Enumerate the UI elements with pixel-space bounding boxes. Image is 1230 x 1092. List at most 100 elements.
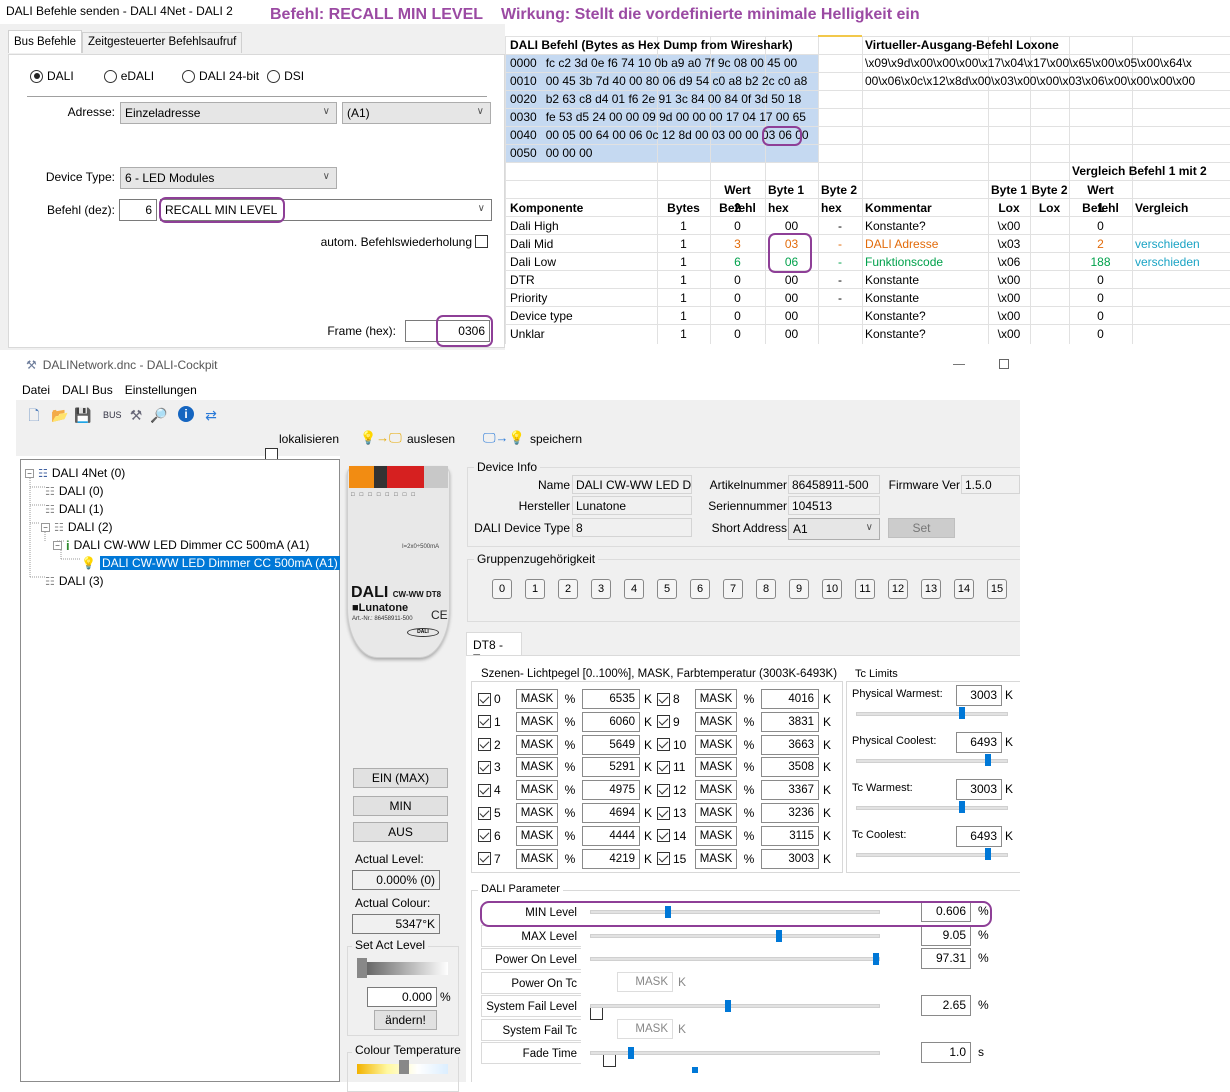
short-address-select[interactable]: A1 ∨ xyxy=(788,518,880,540)
parameter-slider[interactable] xyxy=(590,957,880,961)
scene-level-input[interactable]: MASK xyxy=(695,825,737,846)
group-button[interactable]: 8 xyxy=(756,579,776,599)
scene-level-input[interactable]: MASK xyxy=(695,711,737,732)
slider-thumb[interactable] xyxy=(692,1067,698,1073)
tc-limit-input[interactable]: 3003 xyxy=(956,779,1002,800)
device-type-select[interactable]: 6 - LED Modules ∨ xyxy=(120,167,337,189)
scene-colour-temp-input[interactable]: 6060 xyxy=(582,711,640,732)
scene-level-input[interactable]: MASK xyxy=(695,757,737,778)
open-folder-icon[interactable]: 📂 xyxy=(51,406,69,424)
group-button[interactable]: 7 xyxy=(723,579,743,599)
scene-checkbox[interactable] xyxy=(478,760,491,774)
new-file-icon[interactable]: 🗋 xyxy=(25,406,43,424)
parameter-slider[interactable] xyxy=(590,1004,880,1008)
group-button[interactable]: 0 xyxy=(492,579,512,599)
radio-dali[interactable]: DALI xyxy=(30,69,74,83)
maximize-button[interactable] xyxy=(999,359,1009,369)
scene-checkbox[interactable] xyxy=(478,806,491,820)
scene-level-input[interactable]: MASK xyxy=(695,848,737,869)
group-button[interactable]: 9 xyxy=(789,579,809,599)
slider-thumb[interactable] xyxy=(959,801,966,813)
auto-repeat-checkbox[interactable] xyxy=(475,235,488,248)
scene-level-input[interactable]: MASK xyxy=(516,757,558,778)
slider-thumb[interactable] xyxy=(985,754,992,766)
parameter-checkbox[interactable] xyxy=(603,1053,616,1067)
save-icon[interactable]: 💾 xyxy=(74,406,92,424)
tree-item[interactable]: ☷ DALI (3) xyxy=(41,572,104,590)
collapse-icon[interactable]: − xyxy=(25,468,34,478)
scene-level-input[interactable]: MASK xyxy=(695,803,737,823)
scene-level-input[interactable]: MASK xyxy=(695,689,737,709)
save-to-device-button[interactable]: speichern xyxy=(530,432,582,446)
set-address-button[interactable]: Set xyxy=(888,518,955,538)
collapse-icon[interactable]: − xyxy=(41,522,50,532)
parameter-checkbox[interactable] xyxy=(590,1006,603,1020)
scene-colour-temp-input[interactable]: 3663 xyxy=(761,734,819,755)
change-button[interactable]: ändern! xyxy=(374,1010,437,1030)
scene-colour-temp-input[interactable]: 3003 xyxy=(761,848,819,869)
frame-hex-field[interactable]: 0306 xyxy=(405,320,490,342)
slider-thumb[interactable] xyxy=(775,929,782,942)
command-number-input[interactable]: 6 xyxy=(119,199,157,221)
group-button[interactable]: 15 xyxy=(987,579,1007,599)
radio-dsi[interactable]: DSI xyxy=(267,69,304,83)
scene-colour-temp-input[interactable]: 4444 xyxy=(582,825,640,846)
scene-level-input[interactable]: MASK xyxy=(695,734,737,755)
scene-checkbox[interactable] xyxy=(657,806,670,820)
menu-datei[interactable]: Datei xyxy=(22,383,50,397)
tc-limit-input[interactable]: 3003 xyxy=(956,685,1002,706)
group-button[interactable]: 11 xyxy=(855,579,875,599)
scene-checkbox[interactable] xyxy=(657,692,670,706)
off-button[interactable]: AUS xyxy=(353,822,448,842)
group-button[interactable]: 3 xyxy=(591,579,611,599)
group-button[interactable]: 4 xyxy=(624,579,644,599)
scene-checkbox[interactable] xyxy=(657,783,670,797)
scene-checkbox[interactable] xyxy=(478,783,491,797)
scene-level-input[interactable]: MASK xyxy=(516,711,558,732)
tc-limit-input[interactable]: 6493 xyxy=(956,826,1002,847)
group-button[interactable]: 6 xyxy=(690,579,710,599)
read-button[interactable]: auslesen xyxy=(407,432,455,446)
slider-thumb[interactable] xyxy=(872,953,879,965)
slider-thumb[interactable] xyxy=(959,707,966,719)
parameter-slider[interactable] xyxy=(590,910,880,914)
scene-checkbox[interactable] xyxy=(478,715,491,729)
scene-colour-temp-input[interactable]: 5649 xyxy=(582,734,640,755)
scene-level-input[interactable]: MASK xyxy=(695,780,737,801)
scene-level-input[interactable]: MASK xyxy=(516,803,558,823)
scene-level-input[interactable]: MASK xyxy=(516,780,558,801)
slider-thumb[interactable] xyxy=(665,906,672,918)
radio-edali[interactable]: eDALI xyxy=(103,69,154,83)
tc-limit-input[interactable]: 6493 xyxy=(956,732,1002,753)
scene-colour-temp-input[interactable]: 3508 xyxy=(761,757,819,778)
parameter-value-input[interactable]: 97.31 xyxy=(921,948,971,969)
command-select[interactable]: RECALL MIN LEVEL ∨ xyxy=(160,199,492,221)
group-button[interactable]: 1 xyxy=(525,579,545,599)
tab-dt8-tc[interactable]: DT8 - Tc xyxy=(466,632,522,666)
bus-icon[interactable]: BUS xyxy=(103,406,122,424)
scene-colour-temp-input[interactable]: 3236 xyxy=(761,803,819,823)
parameter-value-input[interactable]: 9.05 xyxy=(921,924,971,946)
scene-colour-temp-input[interactable]: 5291 xyxy=(582,757,640,778)
scene-colour-temp-input[interactable]: 4016 xyxy=(761,689,819,709)
group-button[interactable]: 5 xyxy=(657,579,677,599)
scene-colour-temp-input[interactable]: 4219 xyxy=(582,848,640,869)
menu-dali-bus[interactable]: DALI Bus xyxy=(62,383,113,397)
scene-checkbox[interactable] xyxy=(478,738,491,752)
scene-checkbox[interactable] xyxy=(657,715,670,729)
tree-item[interactable]: ☷ DALI (1) xyxy=(41,500,104,518)
tree-item[interactable]: 💡 DALI CW-WW LED Dimmer CC 500mA (A1) xyxy=(81,554,340,572)
slider-thumb[interactable] xyxy=(399,1060,409,1074)
group-button[interactable]: 13 xyxy=(921,579,941,599)
parameter-slider[interactable] xyxy=(590,933,880,938)
scene-colour-temp-input[interactable]: 3367 xyxy=(761,780,819,801)
min-button[interactable]: MIN xyxy=(353,796,448,816)
collapse-icon[interactable]: − xyxy=(53,540,62,550)
menu-einstellungen[interactable]: Einstellungen xyxy=(125,383,197,397)
tab-scheduled[interactable]: Zeitgesteuerter Befehlsaufruf xyxy=(82,32,243,53)
scene-checkbox[interactable] xyxy=(478,852,491,866)
tree-item[interactable]: − ☷ DALI (2) xyxy=(41,518,113,536)
scene-colour-temp-input[interactable]: 6535 xyxy=(582,689,640,709)
parameter-value-input[interactable]: 1.0 xyxy=(921,1042,971,1063)
scene-level-input[interactable]: MASK xyxy=(516,825,558,846)
